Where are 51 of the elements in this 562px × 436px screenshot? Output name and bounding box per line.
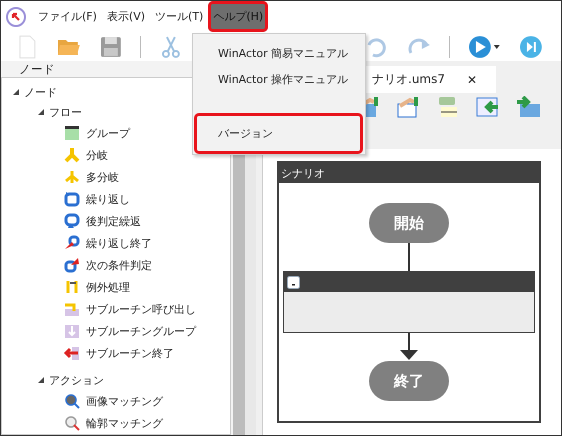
- close-icon[interactable]: ✕: [467, 72, 478, 86]
- tree-item[interactable]: 例外処理: [86, 280, 130, 294]
- menu-entry[interactable]: バージョン: [194, 113, 363, 154]
- group-node[interactable]: [283, 271, 535, 333]
- node-icon: [64, 125, 80, 141]
- menu-item[interactable]: ツール(T): [150, 1, 208, 32]
- tree-item[interactable]: サブルーチン終了: [86, 346, 174, 360]
- node-icon: [64, 393, 80, 409]
- tree-item[interactable]: 多分岐: [86, 170, 119, 184]
- expanded-icon[interactable]: [12, 88, 20, 96]
- node-icon: [64, 147, 80, 163]
- tree-item[interactable]: フロー: [49, 104, 82, 120]
- tree-item[interactable]: 繰り返し: [86, 192, 130, 206]
- app-logo-icon: [5, 6, 27, 28]
- node-icon: [64, 301, 80, 317]
- run-dropdown-icon[interactable]: [468, 34, 502, 58]
- tree-item[interactable]: 画像マッチング: [86, 394, 163, 408]
- tree-item[interactable]: 繰り返し終了: [86, 236, 152, 250]
- tree-item[interactable]: サブルーチン呼び出し: [86, 302, 196, 316]
- collapse-icon[interactable]: [287, 276, 300, 288]
- node-icon: [64, 191, 80, 207]
- end-node[interactable]: 終了: [369, 361, 449, 401]
- tree-item[interactable]: グループ: [86, 126, 130, 140]
- node-icon: [64, 345, 80, 361]
- menu-item[interactable]: ファイル(F): [33, 1, 102, 32]
- node-icon: [64, 169, 80, 185]
- node-icon: [64, 415, 80, 431]
- image-arrow-icon[interactable]: [516, 96, 540, 118]
- tree-item[interactable]: ノード: [24, 84, 57, 100]
- form-icon[interactable]: [436, 96, 460, 118]
- menu-item[interactable]: 表示(V): [102, 1, 150, 32]
- node-icon: [64, 213, 80, 229]
- tree-item[interactable]: サブルーチングループ: [86, 324, 196, 338]
- flow-arrow: [399, 333, 419, 361]
- save-icon[interactable]: [98, 34, 122, 58]
- tree-item[interactable]: 次の条件判定: [86, 258, 152, 272]
- node-icon: [64, 235, 80, 251]
- node-icon: [64, 323, 80, 339]
- tree-item[interactable]: 後判定繰返: [86, 214, 141, 228]
- step-icon[interactable]: [519, 34, 544, 58]
- expanded-icon[interactable]: [37, 376, 45, 384]
- hand-icon[interactable]: [396, 96, 420, 118]
- menu-item[interactable]: ヘルプ(H): [208, 1, 268, 32]
- tree-item[interactable]: アクション: [49, 372, 104, 388]
- node-icon: [64, 257, 80, 273]
- tree-item[interactable]: 分岐: [86, 148, 108, 162]
- expanded-icon[interactable]: [37, 108, 45, 116]
- node-icon: [64, 279, 80, 295]
- start-node[interactable]: 開始: [369, 203, 449, 243]
- tree-item[interactable]: 輪郭マッチング: [86, 416, 163, 430]
- scenario-title: シナリオ: [279, 163, 539, 183]
